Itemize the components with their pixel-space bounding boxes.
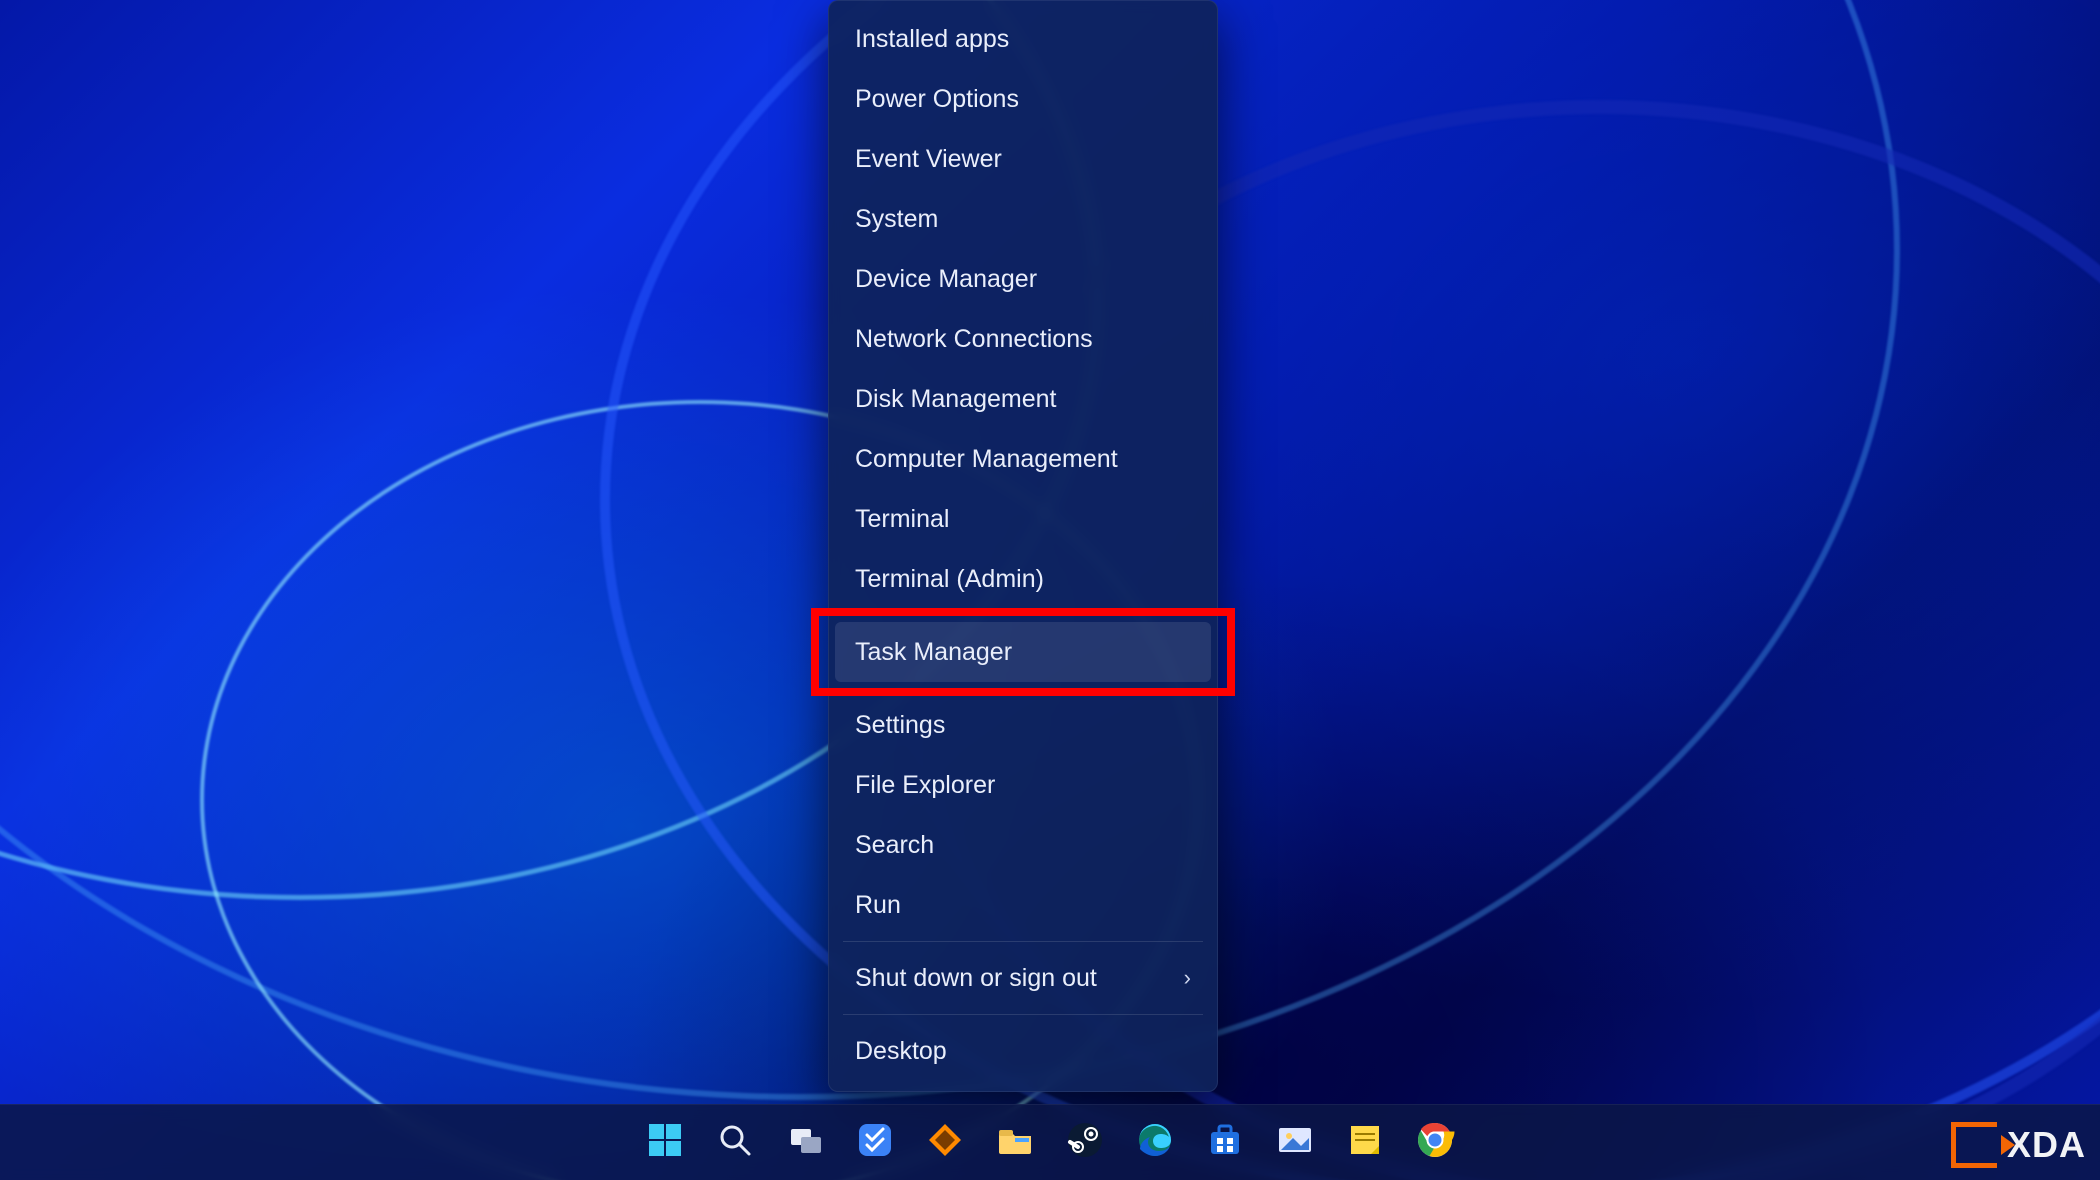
menu-separator	[843, 941, 1203, 942]
todoist-icon	[855, 1120, 895, 1165]
menu-item-shut-down-or-sign-out[interactable]: Shut down or sign out ›	[835, 948, 1211, 1008]
edge-icon	[1135, 1120, 1175, 1165]
menu-item-label: Task Manager	[855, 638, 1012, 667]
menu-item-label: Settings	[855, 711, 945, 740]
menu-item-label: Disk Management	[855, 385, 1056, 414]
menu-item-label: File Explorer	[855, 771, 995, 800]
menu-item-network-connections[interactable]: Network Connections	[835, 309, 1211, 369]
chrome-icon	[1415, 1120, 1455, 1165]
menu-item-disk-management[interactable]: Disk Management	[835, 369, 1211, 429]
watermark-text: XDA	[2007, 1124, 2086, 1166]
menu-separator	[843, 615, 1203, 616]
menu-item-desktop[interactable]: Desktop	[835, 1021, 1211, 1081]
menu-item-label: Power Options	[855, 85, 1019, 114]
watermark: XDA	[1951, 1122, 2086, 1168]
app-sticky-notes[interactable]	[1343, 1121, 1387, 1165]
app-beyond-compare[interactable]	[923, 1121, 967, 1165]
app-file-explorer[interactable]	[993, 1121, 1037, 1165]
app-chrome[interactable]	[1413, 1121, 1457, 1165]
app-edge[interactable]	[1133, 1121, 1177, 1165]
menu-item-label: Search	[855, 831, 934, 860]
winx-context-menu: Installed apps Power Options Event Viewer S…	[828, 0, 1218, 1092]
menu-item-label: Terminal	[855, 505, 949, 534]
menu-item-computer-management[interactable]: Computer Management	[835, 429, 1211, 489]
menu-item-device-manager[interactable]: Device Manager	[835, 249, 1211, 309]
menu-item-search[interactable]: Search	[835, 815, 1211, 875]
sticky-icon	[1345, 1120, 1385, 1165]
menu-item-label: System	[855, 205, 938, 234]
task-view-button[interactable]	[783, 1121, 827, 1165]
app-steam[interactable]	[1063, 1121, 1107, 1165]
chevron-right-icon: ›	[1184, 965, 1191, 991]
menu-item-label: Network Connections	[855, 325, 1093, 354]
menu-separator	[843, 1014, 1203, 1015]
search-icon	[715, 1120, 755, 1165]
menu-item-task-manager[interactable]: Task Manager	[835, 622, 1211, 682]
menu-item-terminal-admin[interactable]: Terminal (Admin)	[835, 549, 1211, 609]
menu-item-label: Shut down or sign out	[855, 964, 1097, 993]
photos-icon	[1275, 1120, 1315, 1165]
search-button[interactable]	[713, 1121, 757, 1165]
menu-item-label: Run	[855, 891, 901, 920]
menu-item-terminal[interactable]: Terminal	[835, 489, 1211, 549]
windows-icon	[645, 1120, 685, 1165]
watermark-bracket-icon	[1951, 1122, 1997, 1168]
store-icon	[1205, 1120, 1245, 1165]
menu-item-label: Desktop	[855, 1037, 947, 1066]
menu-separator	[843, 688, 1203, 689]
desktop[interactable]: Installed apps Power Options Event Viewer S…	[0, 0, 2100, 1180]
menu-item-installed-apps[interactable]: Installed apps	[835, 9, 1211, 69]
taskbar	[0, 1104, 2100, 1180]
menu-item-label: Computer Management	[855, 445, 1118, 474]
menu-item-settings[interactable]: Settings	[835, 695, 1211, 755]
menu-item-label: Installed apps	[855, 25, 1009, 54]
menu-item-label: Device Manager	[855, 265, 1037, 294]
app-microsoft-store[interactable]	[1203, 1121, 1247, 1165]
folder-icon	[995, 1120, 1035, 1165]
taskview-icon	[785, 1120, 825, 1165]
menu-item-label: Terminal (Admin)	[855, 565, 1044, 594]
steam-icon	[1065, 1120, 1105, 1165]
menu-item-power-options[interactable]: Power Options	[835, 69, 1211, 129]
menu-item-file-explorer[interactable]: File Explorer	[835, 755, 1211, 815]
app-todoist[interactable]	[853, 1121, 897, 1165]
diamond-icon	[925, 1120, 965, 1165]
menu-item-event-viewer[interactable]: Event Viewer	[835, 129, 1211, 189]
menu-item-system[interactable]: System	[835, 189, 1211, 249]
menu-item-run[interactable]: Run	[835, 875, 1211, 935]
start-button[interactable]	[643, 1121, 687, 1165]
menu-item-label: Event Viewer	[855, 145, 1002, 174]
app-photos[interactable]	[1273, 1121, 1317, 1165]
